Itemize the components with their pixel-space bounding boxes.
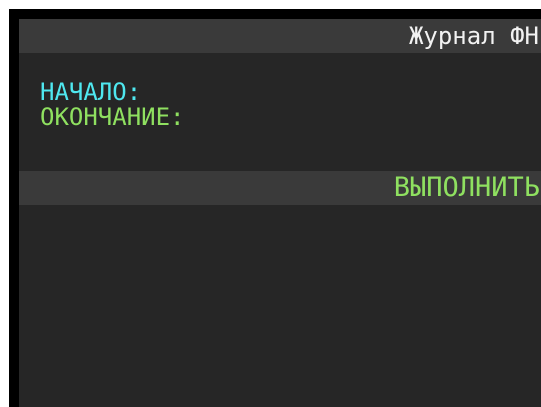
execute-button-label: ВЫПОЛНИТЬ	[393, 172, 540, 203]
end-field-label[interactable]: ОКОНЧАНИЕ:	[40, 105, 185, 129]
device-screen: Журнал ФН НАЧАЛО: ОКОНЧАНИЕ: ВЫПОЛНИТЬ	[9, 9, 541, 407]
execute-button[interactable]: ВЫПОЛНИТЬ	[19, 171, 541, 205]
title-bar: Журнал ФН	[19, 19, 541, 53]
page-title: Журнал ФН	[408, 22, 539, 50]
start-field-label[interactable]: НАЧАЛО:	[40, 80, 141, 104]
journal-panel: Журнал ФН НАЧАЛО: ОКОНЧАНИЕ: ВЫПОЛНИТЬ	[19, 19, 541, 407]
